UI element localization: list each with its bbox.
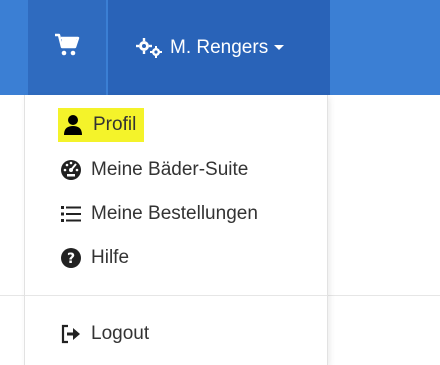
menu-item-label: Hilfe <box>91 247 130 268</box>
menu-item-profil[interactable]: Profil <box>25 108 327 142</box>
background-divider <box>0 295 24 296</box>
svg-text:?: ? <box>67 251 75 267</box>
menu-divider <box>25 295 327 296</box>
menu-item-logout[interactable]: Logout <box>25 317 327 351</box>
menu-item-label: Profil <box>93 114 137 135</box>
menu-item-label: Meine Bäder-Suite <box>91 159 249 180</box>
menu-item-label: Meine Bestellungen <box>91 203 258 224</box>
menu-item-hilfe[interactable]: ? Hilfe <box>25 241 327 275</box>
highlight-marker: Profil <box>58 108 145 142</box>
menu-item-label: Logout <box>91 323 150 344</box>
user-icon <box>60 112 86 138</box>
menu-item-baeder-suite[interactable]: Meine Bäder-Suite <box>25 153 327 187</box>
sign-out-icon <box>58 321 84 347</box>
background-divider <box>327 295 440 296</box>
caret-down-icon <box>274 45 285 50</box>
list-icon <box>58 201 84 227</box>
tachometer-icon <box>58 157 84 183</box>
top-navbar: M. Rengers <box>0 0 440 95</box>
user-name: M. Rengers <box>170 36 269 58</box>
user-dropdown-menu: Profil Meine Bäder-Suite Meine Bestellun… <box>24 95 328 365</box>
user-menu-toggle[interactable]: M. Rengers <box>108 0 330 95</box>
shopping-cart-icon <box>54 33 80 62</box>
cart-button[interactable] <box>28 0 106 95</box>
gears-icon <box>134 37 164 59</box>
menu-item-bestellungen[interactable]: Meine Bestellungen <box>25 197 327 231</box>
question-circle-icon: ? <box>58 245 84 271</box>
